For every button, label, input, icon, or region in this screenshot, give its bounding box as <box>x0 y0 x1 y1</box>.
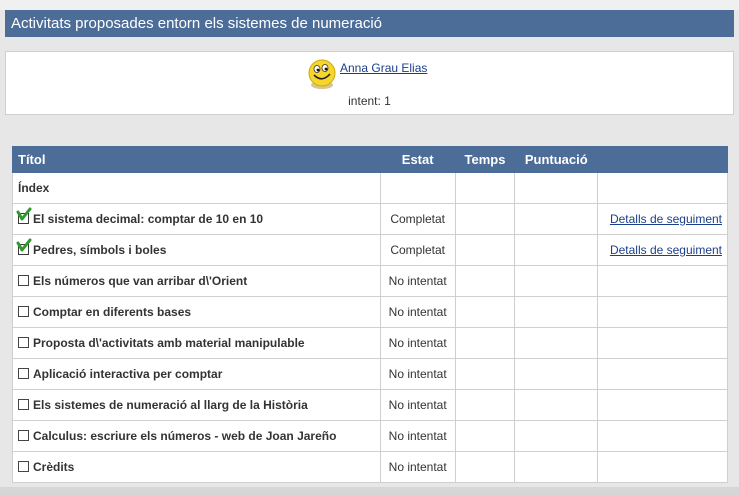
table-row: Els números que van arribar d\'Orient No … <box>12 265 728 297</box>
empty-checkbox-icon <box>18 368 29 379</box>
activity-score <box>514 389 599 421</box>
activity-time <box>454 172 516 204</box>
activity-title-cell[interactable]: Índex <box>12 172 381 204</box>
column-header-title: Títol <box>12 146 381 173</box>
page-title: Activitats proposades entorn els sisteme… <box>5 10 734 37</box>
activity-status: No intentat <box>379 296 456 328</box>
table-row: Comptar en diferents bases No intentat <box>12 296 728 328</box>
activity-title-cell[interactable]: Comptar en diferents bases <box>12 296 381 328</box>
attempt-count: intent: 1 <box>348 94 391 108</box>
activity-title-cell[interactable]: Crèdits <box>12 451 381 483</box>
activity-score <box>514 420 599 452</box>
smiley-face-icon <box>308 59 336 89</box>
activity-score <box>514 358 599 390</box>
activity-time <box>454 451 516 483</box>
tracking-details-link[interactable]: Detalls de seguiment <box>610 243 722 257</box>
user-row: Anna Grau Elias <box>6 58 733 92</box>
column-header-details <box>597 146 728 173</box>
empty-checkbox-icon <box>18 461 29 472</box>
activity-title[interactable]: Proposta d\'activitats amb material mani… <box>33 336 305 350</box>
activity-status: No intentat <box>379 358 456 390</box>
activity-status: No intentat <box>379 420 456 452</box>
activity-time <box>454 234 516 266</box>
activity-title[interactable]: Índex <box>18 181 49 195</box>
activity-details-cell <box>597 451 728 483</box>
activity-details-cell <box>597 420 728 452</box>
activity-details-cell: Detalls de seguiment <box>597 234 728 266</box>
activity-title[interactable]: Els números que van arribar d\'Orient <box>33 274 247 288</box>
activity-status: No intentat <box>379 327 456 359</box>
activity-title-cell[interactable]: Proposta d\'activitats amb material mani… <box>12 327 381 359</box>
column-header-time: Temps <box>454 146 516 173</box>
table-row: Els sistemes de numeració al llarg de la… <box>12 389 728 421</box>
activity-details-cell: Detalls de seguiment <box>597 203 728 235</box>
activity-time <box>454 327 516 359</box>
table-row: Proposta d\'activitats amb material mani… <box>12 327 728 359</box>
column-header-status: Estat <box>379 146 456 173</box>
user-info-box: Anna Grau Elias intent: 1 <box>5 51 734 115</box>
activity-details-cell <box>597 296 728 328</box>
activity-time <box>454 389 516 421</box>
empty-checkbox-icon <box>18 337 29 348</box>
activity-score <box>514 172 599 204</box>
activity-title-cell[interactable]: Calculus: escriure els números - web de … <box>12 420 381 452</box>
activities-table: Títol Estat Temps Puntuació Índex El sist… <box>12 146 728 483</box>
activity-title[interactable]: El sistema decimal: comptar de 10 en 10 <box>33 212 263 226</box>
activity-score <box>514 234 599 266</box>
activity-score <box>514 265 599 297</box>
activity-time <box>454 265 516 297</box>
activity-score <box>514 296 599 328</box>
activity-title-cell[interactable]: Els números que van arribar d\'Orient <box>12 265 381 297</box>
table-body: Índex El sistema decimal: comptar de 10 e… <box>12 172 728 483</box>
activity-details-cell <box>597 358 728 390</box>
table-row: El sistema decimal: comptar de 10 en 10 C… <box>12 203 728 235</box>
activity-score <box>514 203 599 235</box>
table-row: Índex <box>12 172 728 204</box>
activity-status: Completat <box>379 234 456 266</box>
activity-status: No intentat <box>379 451 456 483</box>
activity-title-cell[interactable]: Pedres, símbols i boles <box>12 234 381 266</box>
activity-time <box>454 203 516 235</box>
table-row: Calculus: escriure els números - web de … <box>12 420 728 452</box>
activity-time <box>454 296 516 328</box>
activity-time <box>454 420 516 452</box>
activity-score <box>514 327 599 359</box>
empty-checkbox-icon <box>18 430 29 441</box>
activity-title[interactable]: Aplicació interactiva per comptar <box>33 367 222 381</box>
table-header-row: Títol Estat Temps Puntuació <box>12 146 728 173</box>
bottom-strip <box>0 487 739 495</box>
top-strip <box>0 0 739 10</box>
empty-checkbox-icon <box>18 306 29 317</box>
table-row: Pedres, símbols i boles Completat Detalls … <box>12 234 728 266</box>
table-row: Crèdits No intentat <box>12 451 728 483</box>
activity-status: No intentat <box>379 265 456 297</box>
activity-title-cell[interactable]: El sistema decimal: comptar de 10 en 10 <box>12 203 381 235</box>
green-checkmark-icon <box>16 238 32 255</box>
user-name-link[interactable]: Anna Grau Elias <box>340 61 427 75</box>
empty-checkbox-icon <box>18 275 29 286</box>
activity-score <box>514 451 599 483</box>
green-checkmark-icon <box>16 207 32 224</box>
activity-status <box>379 172 456 204</box>
activity-title[interactable]: Calculus: escriure els números - web de … <box>33 429 336 443</box>
tracking-details-link[interactable]: Detalls de seguiment <box>610 212 722 226</box>
activity-status: Completat <box>379 203 456 235</box>
activity-title-cell[interactable]: Els sistemes de numeració al llarg de la… <box>12 389 381 421</box>
column-header-score: Puntuació <box>514 146 599 173</box>
activity-details-cell <box>597 389 728 421</box>
activity-title[interactable]: Crèdits <box>33 460 74 474</box>
table-row: Aplicació interactiva per comptar No inte… <box>12 358 728 390</box>
activity-details-cell <box>597 172 728 204</box>
activity-title[interactable]: Els sistemes de numeració al llarg de la… <box>33 398 308 412</box>
activity-details-cell <box>597 327 728 359</box>
activity-title[interactable]: Pedres, símbols i boles <box>33 243 166 257</box>
activity-time <box>454 358 516 390</box>
activity-status: No intentat <box>379 389 456 421</box>
activity-title[interactable]: Comptar en diferents bases <box>33 305 191 319</box>
activity-title-cell[interactable]: Aplicació interactiva per comptar <box>12 358 381 390</box>
activity-details-cell <box>597 265 728 297</box>
empty-checkbox-icon <box>18 399 29 410</box>
